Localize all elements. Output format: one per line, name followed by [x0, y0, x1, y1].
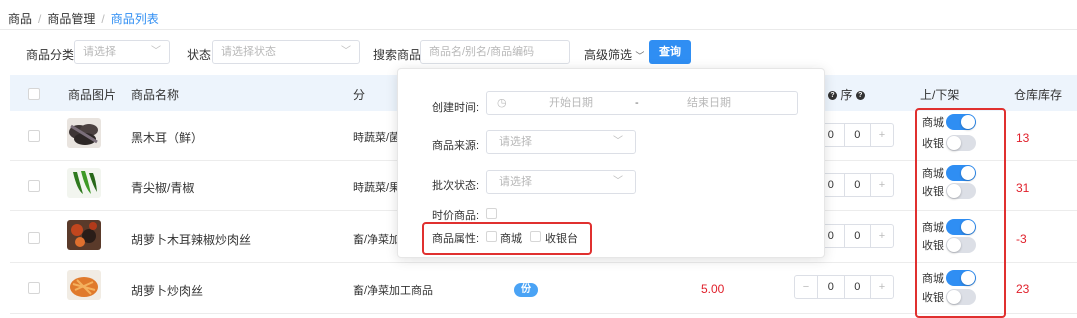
status-select[interactable]: 请选择状态 ﹀ [212, 40, 360, 64]
clock-icon: ◷ [497, 97, 507, 109]
column-header-sort: ? 序 ? [828, 86, 865, 103]
advanced-filter-label: 高级筛选 [584, 48, 633, 62]
category-filter-label: 商品分类: [26, 48, 78, 62]
batch-status-label: 批次状态: [432, 180, 480, 192]
seasonal-price-checkbox[interactable] [486, 208, 497, 219]
decrement-button[interactable]: − [795, 276, 817, 298]
range-separator: - [635, 97, 639, 109]
unit-badge: 份 [514, 283, 538, 297]
chevron-down-icon: ﹀ [151, 46, 161, 57]
seasonal-price-label: 时价商品: [432, 210, 480, 222]
stock-value: 13 [1016, 131, 1030, 145]
product-category: 畜/净菜加工商品 [353, 285, 434, 297]
source-label: 商品来源: [432, 140, 480, 152]
batch-status-select[interactable]: 请选择 ﹀ [486, 170, 636, 194]
chevron-down-icon: ﹀ [341, 46, 351, 57]
column-header-updown: 上/下架 [920, 88, 960, 102]
sort-header-label: 序 [840, 88, 853, 102]
column-header-name: 商品名称 [131, 88, 180, 102]
stock-value: -3 [1016, 232, 1027, 246]
sort-value[interactable]: 0 [845, 276, 871, 298]
status-select-placeholder: 请选择状态 [221, 46, 276, 58]
highlight-box [915, 108, 1006, 318]
sort-value[interactable]: 0 [817, 276, 845, 298]
product-category: 畜/净菜加 [353, 234, 401, 246]
stock-value: 23 [1016, 282, 1030, 296]
stock-value: 31 [1016, 181, 1030, 195]
product-thumbnail[interactable] [67, 168, 101, 198]
start-date-input[interactable]: 开始日期 [549, 92, 593, 114]
column-header-image: 商品图片 [68, 88, 117, 102]
advanced-filter-toggle[interactable]: 高级筛选 ﹀ [584, 46, 644, 63]
row-checkbox[interactable] [28, 130, 40, 142]
search-input[interactable]: 商品名/别名/商品编码 [420, 40, 570, 64]
breadcrumb-item-goods-management[interactable]: 商品管理 [47, 12, 95, 26]
product-name[interactable]: 胡萝卜木耳辣椒炒肉丝 [131, 231, 251, 248]
increment-button[interactable]: + [870, 225, 893, 247]
product-category: 時蔬菜/菌 [353, 132, 401, 144]
question-icon[interactable]: ? [855, 91, 865, 101]
end-date-input[interactable]: 结束日期 [687, 92, 731, 114]
breadcrumb-separator: / [38, 12, 42, 26]
sort-value[interactable]: 0 [845, 124, 871, 146]
select-all-checkbox[interactable] [28, 88, 40, 100]
row-checkbox[interactable] [28, 282, 40, 294]
category-select-placeholder: 请选择 [83, 46, 116, 58]
highlight-box [422, 222, 592, 255]
breadcrumb-item-goods[interactable]: 商品 [8, 12, 32, 26]
sort-stepper[interactable]: − 0 0 + [794, 275, 894, 299]
category-select[interactable]: 请选择 ﹀ [74, 40, 170, 64]
row-checkbox[interactable] [28, 232, 40, 244]
increment-button[interactable]: + [870, 124, 893, 146]
search-input-placeholder: 商品名/别名/商品编码 [429, 46, 535, 58]
row-checkbox[interactable] [28, 180, 40, 192]
product-thumbnail[interactable] [67, 270, 101, 300]
increment-button[interactable]: + [870, 276, 893, 298]
question-icon[interactable]: ? [828, 91, 837, 101]
sort-value[interactable]: 0 [845, 225, 871, 247]
column-header-category[interactable]: 分 [353, 86, 365, 103]
product-thumbnail[interactable] [67, 118, 101, 148]
chevron-down-icon: ﹀ [613, 176, 623, 187]
breadcrumb: 商品 / 商品管理 / 商品列表 [8, 10, 159, 27]
chevron-down-icon: ﹀ [613, 136, 623, 147]
batch-status-placeholder: 请选择 [499, 176, 532, 188]
increment-button[interactable]: + [870, 174, 893, 196]
product-price: 5.00 [701, 282, 725, 296]
source-select-placeholder: 请选择 [499, 136, 532, 148]
product-category: 時蔬菜/果 [353, 182, 401, 194]
query-button[interactable]: 查询 [649, 40, 691, 64]
column-header-stock: 仓库库存 [1014, 88, 1063, 102]
chevron-down-icon: ﹀ [635, 51, 645, 61]
date-range-picker[interactable]: ◷ 开始日期 - 结束日期 [486, 91, 798, 115]
advanced-filter-popover: 创建时间: ◷ 开始日期 - 结束日期 商品来源: 请选择 ﹀ 批次状态: 请选… [397, 68, 825, 258]
sort-value[interactable]: 0 [845, 174, 871, 196]
divider [0, 29, 1077, 30]
breadcrumb-separator: / [101, 12, 105, 26]
product-name[interactable]: 胡萝卜炒肉丝 [131, 282, 203, 299]
source-select[interactable]: 请选择 ﹀ [486, 130, 636, 154]
created-time-label: 创建时间: [432, 102, 480, 114]
product-name[interactable]: 青尖椒/青椒 [131, 179, 194, 196]
product-name[interactable]: 黑木耳（鲜） [131, 129, 203, 146]
breadcrumb-current: 商品列表 [110, 12, 159, 26]
search-label: 搜索商品: [373, 48, 425, 62]
product-thumbnail[interactable] [67, 220, 101, 250]
status-filter-label: 状态: [187, 48, 215, 62]
